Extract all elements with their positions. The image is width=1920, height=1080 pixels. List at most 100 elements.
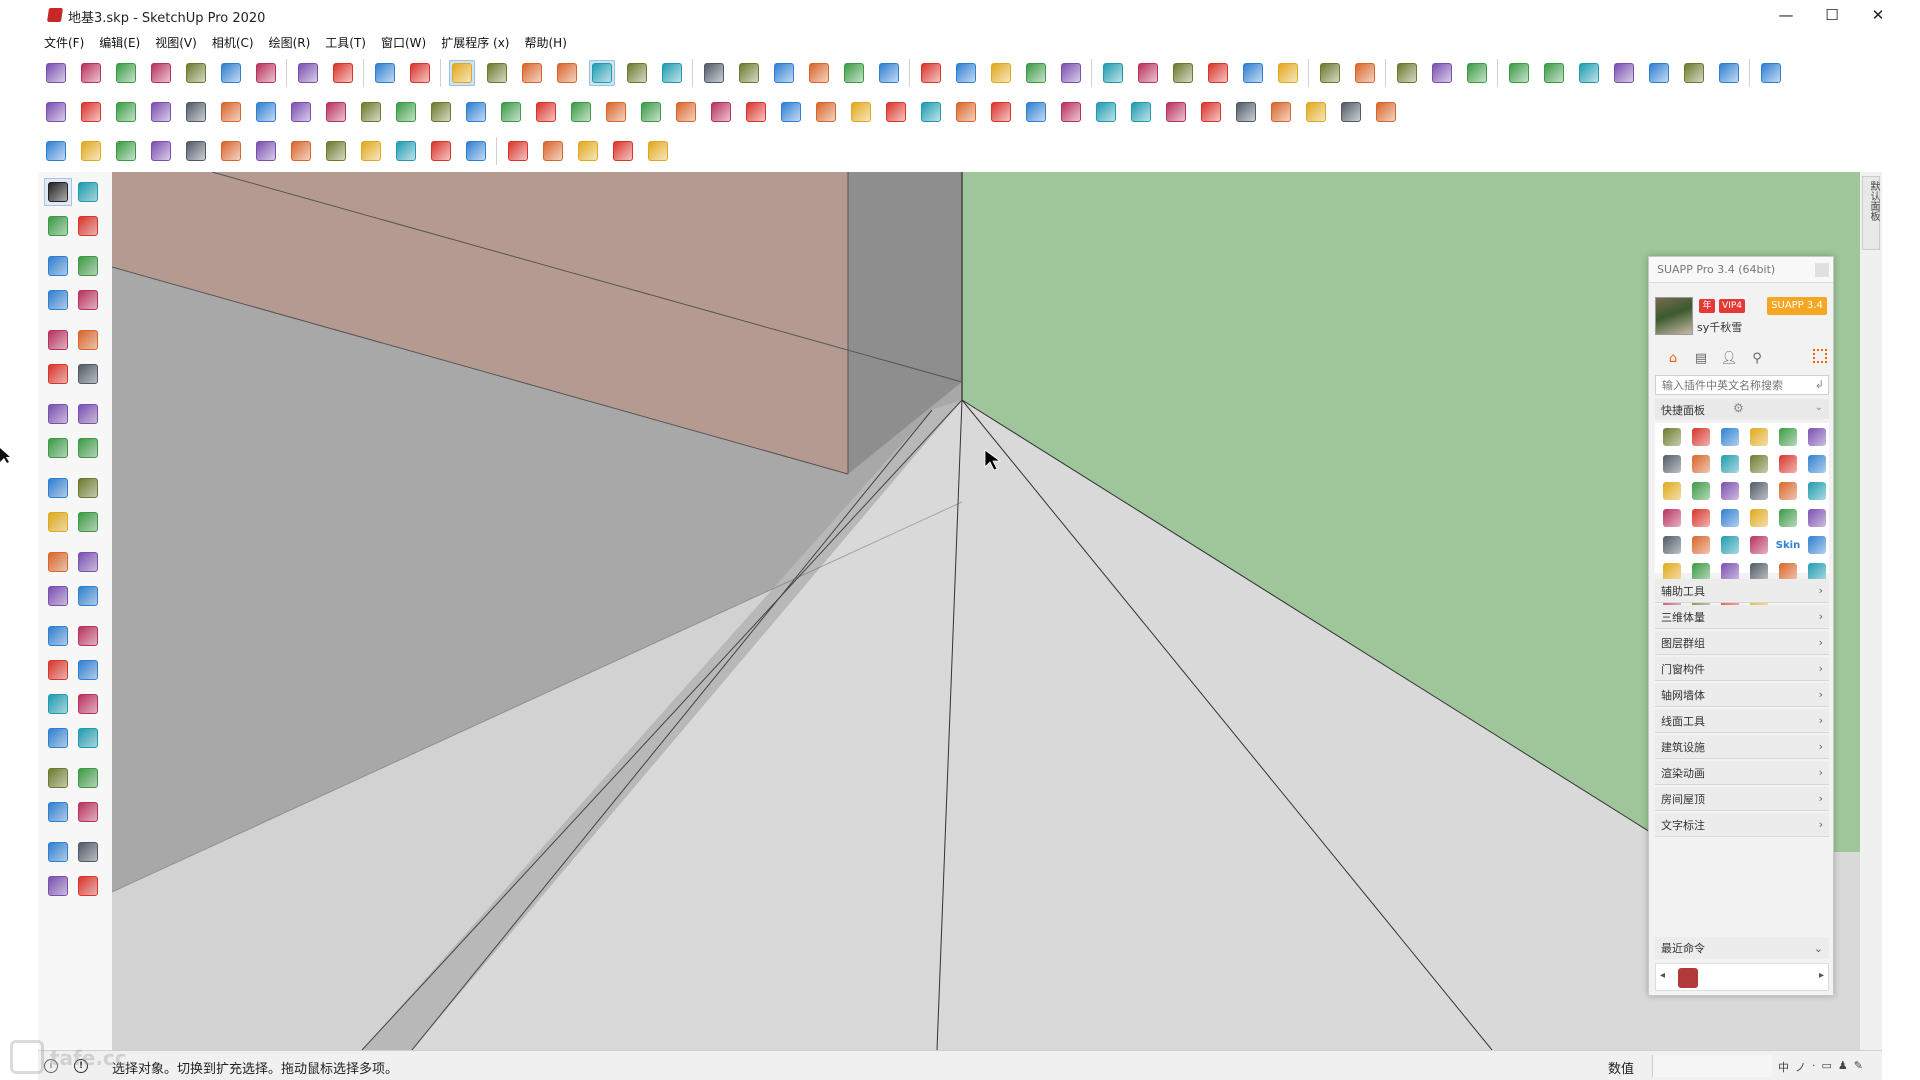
plugin-p29-icon[interactable]: Skin (1776, 534, 1800, 556)
redo-icon[interactable] (330, 60, 356, 86)
shape-icon[interactable] (1576, 60, 1602, 86)
plugin-p19-icon[interactable] (1661, 507, 1683, 529)
curve-c-icon[interactable] (113, 138, 139, 164)
plane-icon-4[interactable] (183, 99, 209, 125)
category-item[interactable]: 建筑设施 › (1655, 735, 1829, 759)
new-icon[interactable] (43, 60, 69, 86)
plugin-p30-icon[interactable] (1806, 534, 1828, 556)
grid-icon[interactable] (1352, 60, 1378, 86)
menu-edit[interactable]: 编辑(E) (93, 32, 149, 52)
tray-item[interactable]: ノ (1795, 1059, 1806, 1075)
polygon-icon[interactable] (74, 326, 102, 354)
dimension-icon[interactable] (74, 548, 102, 576)
gem-icon[interactable] (1093, 99, 1119, 125)
pencil-icon[interactable] (1646, 60, 1672, 86)
path-icon[interactable] (498, 99, 524, 125)
shaded-icon[interactable] (589, 60, 615, 86)
menu-extensions[interactable]: 扩展程序 (x) (435, 32, 518, 52)
version-badge[interactable]: SUAPP 3.4 (1767, 297, 1827, 315)
scissors-icon[interactable] (1681, 60, 1707, 86)
paint-bucket-icon[interactable] (44, 212, 72, 240)
tray-item[interactable]: ✎ (1854, 1059, 1863, 1075)
xray-icon[interactable] (449, 60, 475, 86)
close-button[interactable]: ✕ (1860, 4, 1896, 26)
quick-panel-header[interactable]: 快捷面板 ⚙ ⌄ (1655, 399, 1829, 419)
section-plane-icon[interactable] (74, 798, 102, 826)
arc-d-icon[interactable] (463, 138, 489, 164)
plugin-p09-icon[interactable] (1719, 453, 1741, 475)
chevron-down-icon[interactable]: ⌄ (1814, 942, 1823, 955)
panel-icon[interactable] (323, 99, 349, 125)
eraser-icon[interactable] (74, 212, 102, 240)
spiral-icon[interactable] (778, 99, 804, 125)
extension-warehouse-icon[interactable] (74, 838, 102, 866)
position-camera-icon[interactable] (44, 764, 72, 792)
recent-command-icon[interactable] (1678, 968, 1698, 988)
zoom-window-icon[interactable] (74, 690, 102, 718)
arc-icon[interactable] (743, 99, 769, 125)
undo-icon[interactable] (295, 60, 321, 86)
model-viewport[interactable] (112, 172, 1860, 1050)
plugin-icon-1[interactable] (1100, 60, 1126, 86)
hook-icon[interactable] (393, 138, 419, 164)
plugin-p08-icon[interactable] (1690, 453, 1712, 475)
plugin-p25-icon[interactable] (1661, 534, 1683, 556)
category-item[interactable]: 轴网墙体 › (1655, 683, 1829, 707)
category-item[interactable]: 辅助工具 › (1655, 579, 1829, 603)
scroll-right-icon[interactable]: ▸ (1819, 970, 1824, 981)
rotate-icon[interactable] (253, 99, 279, 125)
bezier-icon[interactable] (1338, 99, 1364, 125)
hiddenline-icon[interactable] (554, 60, 580, 86)
cube-icon-2[interactable] (1058, 99, 1084, 125)
plugin-p14-icon[interactable] (1690, 480, 1712, 502)
plugin-p05-icon[interactable] (1777, 426, 1799, 448)
screen-icon[interactable] (1163, 99, 1189, 125)
measurements-input[interactable] (1652, 1055, 1772, 1077)
plugin-p21-icon[interactable] (1719, 507, 1741, 529)
category-item[interactable]: 渲染动画 › (1655, 761, 1829, 785)
triangle-icon[interactable] (708, 99, 734, 125)
arc-icon[interactable] (44, 360, 72, 388)
model-canvas[interactable] (112, 172, 1860, 1050)
plane-icon-3[interactable] (148, 99, 174, 125)
gear-icon[interactable]: ⚙ (1733, 401, 1744, 415)
user-icon[interactable]: 👤︎ (1719, 349, 1739, 367)
paste-icon[interactable] (218, 60, 244, 86)
rotated-rect-icon[interactable] (74, 286, 102, 314)
plugin-p01-icon[interactable] (1661, 426, 1683, 448)
walk-icon[interactable] (44, 798, 72, 826)
gear-icon[interactable] (1317, 60, 1343, 86)
tray-item[interactable]: 中 (1778, 1059, 1789, 1075)
previous-icon[interactable] (74, 724, 102, 752)
plugin-p26-icon[interactable] (1690, 534, 1712, 556)
shape-icon-2[interactable] (1611, 60, 1637, 86)
move-icon[interactable] (44, 434, 72, 462)
zoom-icon[interactable] (44, 690, 72, 718)
ruby-icon-1[interactable] (918, 60, 944, 86)
category-item[interactable]: 房间屋顶 › (1655, 787, 1829, 811)
plane-icon-5[interactable] (218, 99, 244, 125)
plugin-p10-icon[interactable] (1748, 453, 1770, 475)
avatar[interactable] (1655, 297, 1693, 335)
plugin-p20-icon[interactable] (1690, 507, 1712, 529)
ruby-icon-5[interactable] (1058, 60, 1084, 86)
plugin-p24-icon[interactable] (1806, 507, 1828, 529)
category-item[interactable]: 三维体量 › (1655, 605, 1829, 629)
warehouse-icon[interactable] (44, 838, 72, 866)
plugin-icon-4[interactable] (1205, 60, 1231, 86)
fill-icon[interactable] (1506, 60, 1532, 86)
plugin-p13-icon[interactable] (1661, 480, 1683, 502)
plugin-icon-5[interactable] (1240, 60, 1266, 86)
menu-file[interactable]: 文件(F) (38, 32, 93, 52)
plus-icon[interactable] (533, 99, 559, 125)
arc-c-icon[interactable] (428, 138, 454, 164)
arc-3pt-icon[interactable] (44, 400, 72, 428)
array-icon[interactable] (1128, 99, 1154, 125)
menu-draw[interactable]: 绘图(R) (263, 32, 320, 52)
star-icon[interactable] (848, 99, 874, 125)
left-view-icon[interactable] (876, 60, 902, 86)
top-view-icon[interactable] (736, 60, 762, 86)
copy-icon[interactable] (183, 60, 209, 86)
open-icon[interactable] (78, 60, 104, 86)
panel-icon[interactable]: ▤ (1691, 349, 1711, 367)
